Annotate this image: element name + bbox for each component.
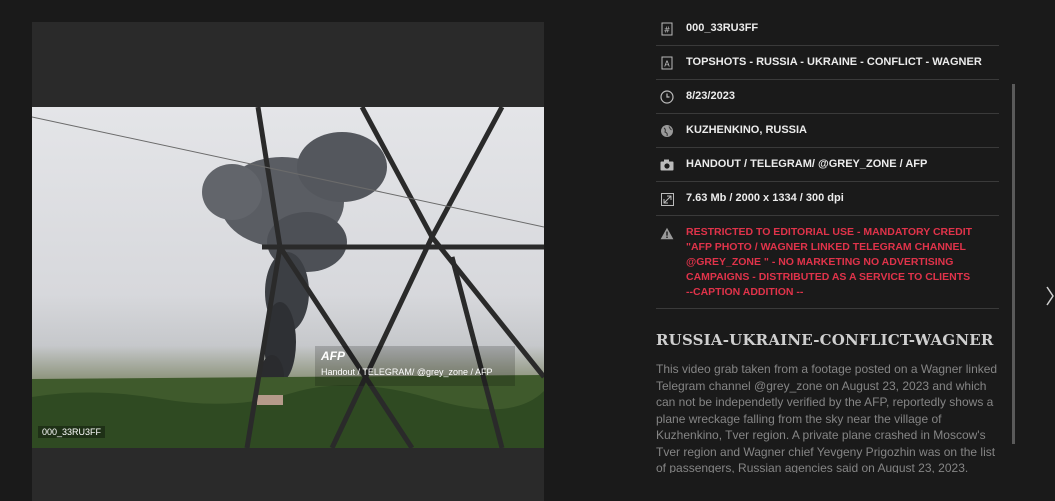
- svg-text:A: A: [664, 60, 670, 69]
- headline: RUSSIA-UKRAINE-CONFLICT-WAGNER: [656, 331, 994, 349]
- afp-logo: AFP: [321, 349, 345, 363]
- hash-icon: #: [659, 21, 675, 37]
- details-panel: # 000_33RU3FF A TOPSHOTS - RUSSIA - UKRA…: [656, 12, 999, 473]
- svg-text:#: #: [664, 26, 671, 35]
- detail-file-info: 7.63 Mb / 2000 x 1334 / 300 dpi: [656, 182, 999, 216]
- restriction-addition: --CAPTION ADDITION --: [686, 286, 804, 298]
- panel-scrollbar[interactable]: [1012, 84, 1015, 444]
- resize-icon: [659, 191, 675, 207]
- clock-icon: [659, 89, 675, 105]
- photo-code-overlay: 000_33RU3FF: [38, 426, 106, 438]
- letter-a-icon: A: [659, 55, 675, 71]
- detail-file-info-text: 7.63 Mb / 2000 x 1334 / 300 dpi: [686, 192, 844, 204]
- photo[interactable]: AFP Handout / TELEGRAM/ @grey_zone / AFP…: [32, 107, 544, 448]
- watermark: AFP Handout / TELEGRAM/ @grey_zone / AFP: [315, 346, 515, 386]
- camera-icon: [659, 157, 675, 173]
- watermark-credit: Handout / TELEGRAM/ @grey_zone / AFP: [321, 367, 493, 377]
- detail-date: 8/23/2023: [656, 80, 999, 114]
- caption: This video grab taken from a footage pos…: [656, 362, 998, 473]
- detail-id-text: 000_33RU3FF: [686, 22, 759, 34]
- detail-credit-text: HANDOUT / TELEGRAM/ @GREY_ZONE / AFP: [686, 158, 928, 170]
- detail-restriction: RESTRICTED TO EDITORIAL USE - MANDATORY …: [656, 216, 999, 309]
- detail-credit: HANDOUT / TELEGRAM/ @GREY_ZONE / AFP: [656, 148, 999, 182]
- globe-icon: [659, 123, 675, 139]
- detail-restriction-block: RESTRICTED TO EDITORIAL USE - MANDATORY …: [686, 225, 999, 300]
- detail-date-text: 8/23/2023: [686, 90, 735, 102]
- warning-icon: [659, 225, 675, 241]
- detail-id: # 000_33RU3FF: [656, 12, 999, 46]
- chevron-right-icon[interactable]: [1045, 285, 1055, 307]
- photo-scene: [32, 107, 544, 448]
- detail-location: KUZHENKINO, RUSSIA: [656, 114, 999, 148]
- detail-location-text: KUZHENKINO, RUSSIA: [686, 124, 808, 136]
- restriction-text: RESTRICTED TO EDITORIAL USE - MANDATORY …: [686, 226, 973, 283]
- detail-title: A TOPSHOTS - RUSSIA - UKRAINE - CONFLICT…: [656, 46, 999, 80]
- detail-title-text: TOPSHOTS - RUSSIA - UKRAINE - CONFLICT -…: [686, 56, 982, 68]
